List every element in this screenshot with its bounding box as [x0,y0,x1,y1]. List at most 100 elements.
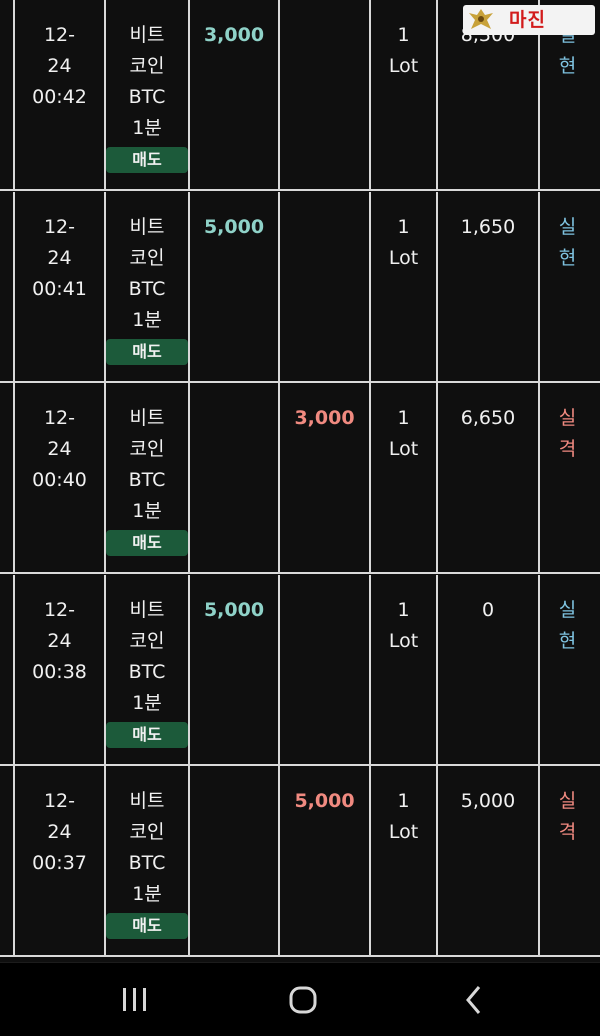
trade-row: 12- 24 00:40 비트 코인 BTC 1분 매도 3,000 1 Lot 6,650 실 격 [0,383,600,574]
side-badge: 매도 [106,722,188,748]
buy-amount: 5,000 [203,216,265,238]
row-gutter [0,766,15,955]
status-cell: 실격 [540,383,595,572]
sell-amount [280,575,369,595]
sell-amount [280,0,369,20]
instrument-name-2: 코인 [129,630,165,652]
trade-time: 00:37 [32,852,87,874]
instrument-name-1: 비트 [129,790,165,812]
date-month: 12- [43,407,76,429]
buy-amount-cell [190,766,280,955]
buy-amount-cell: 3,000 [190,0,280,189]
instrument-interval: 1분 [132,692,162,714]
watermark-brand: 마진 [509,9,546,31]
instrument-symbol: BTC [128,86,166,108]
status-text-2: 현 [558,55,577,77]
status-cell: 실격 [540,766,595,955]
instrument-symbol: BTC [128,661,166,683]
status-text-2: 격 [558,438,577,460]
quantity-cell: 1 Lot [371,0,438,189]
buy-amount-cell [190,383,280,572]
datetime-cell: 12- 24 00:41 [15,192,106,381]
back-icon[interactable] [443,980,503,1020]
date-day: 24 [47,821,72,843]
instrument-name-2: 코인 [129,821,165,843]
status-cell: 실현 [540,192,595,381]
quantity-cell: 1 Lot [371,383,438,572]
instrument-interval: 1분 [132,883,162,905]
datetime-cell: 12- 24 00:42 [15,0,106,189]
date-day: 24 [47,55,72,77]
side-badge: 매도 [106,913,188,939]
row-gutter [0,192,15,381]
sell-amount-cell: 3,000 [280,383,371,572]
buy-amount [190,766,278,786]
row-gutter [0,575,15,764]
trade-time: 00:42 [32,86,87,108]
date-month: 12- [43,599,76,621]
instrument-name-1: 비트 [129,599,165,621]
quantity-unit: Lot [388,630,419,652]
pnl-value: 6,650 [460,407,516,429]
status-cell: 실현 [540,575,595,764]
pnl-cell: 0 [438,575,540,764]
instrument-cell: 비트코인 BTC 1분매도 [106,575,190,764]
instrument-cell: 비트코인 BTC 1분매도 [106,766,190,955]
status-text-1: 실 [558,407,577,429]
instrument-interval: 1분 [132,500,162,522]
instrument-name-1: 비트 [129,407,165,429]
quantity-cell: 1 Lot [371,575,438,764]
quantity-value: 1 [397,790,410,812]
sell-amount-cell [280,192,371,381]
trade-time: 00:38 [32,661,87,683]
instrument-name-1: 비트 [129,24,165,46]
datetime-cell: 12- 24 00:38 [15,575,106,764]
trade-row: 12- 24 00:38 비트코인 BTC 1분매도 5,000 1 Lot 0 실 현 [0,575,600,766]
instrument-name-1: 비트 [129,216,165,238]
side-badge: 매도 [106,530,188,556]
quantity-value: 1 [397,599,410,621]
sell-amount-cell: 5,000 [280,766,371,955]
row-gutter [0,0,15,189]
pnl-cell: 5,000 [438,766,540,955]
quantity-cell: 1 Lot [371,766,438,955]
home-icon[interactable] [273,980,333,1020]
instrument-cell: 비트 코인 BTC 1분 매도 [106,192,190,381]
trade-row: 12- 24 00:37 비트 코인 BTC 1분 매도 5,000 1 Lot 5,000 실 격 [0,766,600,957]
quantity-unit: Lot [388,55,419,77]
instrument-symbol: BTC [128,278,166,300]
watermark-logo: 마진 [463,5,595,35]
quantity-value: 1 [397,24,410,46]
instrument-symbol: BTC [128,852,166,874]
date-month: 12- [43,790,76,812]
eagle-emblem-icon [469,9,493,29]
trade-row: 12- 24 00:41 비트 코인 BTC 1분 매도 5,000 1 Lot 1,650 실 현 [0,192,600,383]
status-text-1: 실 [558,790,577,812]
status-text-2: 격 [558,821,577,843]
row-gutter [0,383,15,572]
quantity-unit: Lot [388,247,419,269]
instrument-cell: 비트 코인 BTC 1분 매도 [106,0,190,189]
buy-amount: 5,000 [203,599,265,621]
recent-apps-icon[interactable] [104,980,164,1020]
trade-time: 00:41 [32,278,87,300]
quantity-value: 1 [397,407,410,429]
android-navigation-bar [0,962,600,1036]
instrument-name-2: 코인 [129,247,165,269]
instrument-symbol: BTC [128,469,166,491]
buy-amount [190,383,278,403]
instrument-cell: 비트 코인 BTC 1분 매도 [106,383,190,572]
trade-history-table: 12- 24 00:42 비트 코인 BTC 1분 매도 3,000 1 Lot 8,300 실 현 12-… [0,0,600,962]
buy-amount-cell: 5,000 [190,575,280,764]
pnl-cell: 1,650 [438,192,540,381]
sell-amount-cell [280,575,371,764]
pnl-value: 0 [481,599,495,621]
pnl-value: 1,650 [460,216,516,238]
quantity-unit: Lot [388,821,419,843]
quantity-cell: 1 Lot [371,192,438,381]
pnl-cell: 6,650 [438,383,540,572]
instrument-interval: 1분 [132,309,162,331]
sell-amount: 5,000 [294,790,355,812]
date-month: 12- [43,216,76,238]
status-text-2: 현 [558,247,577,269]
